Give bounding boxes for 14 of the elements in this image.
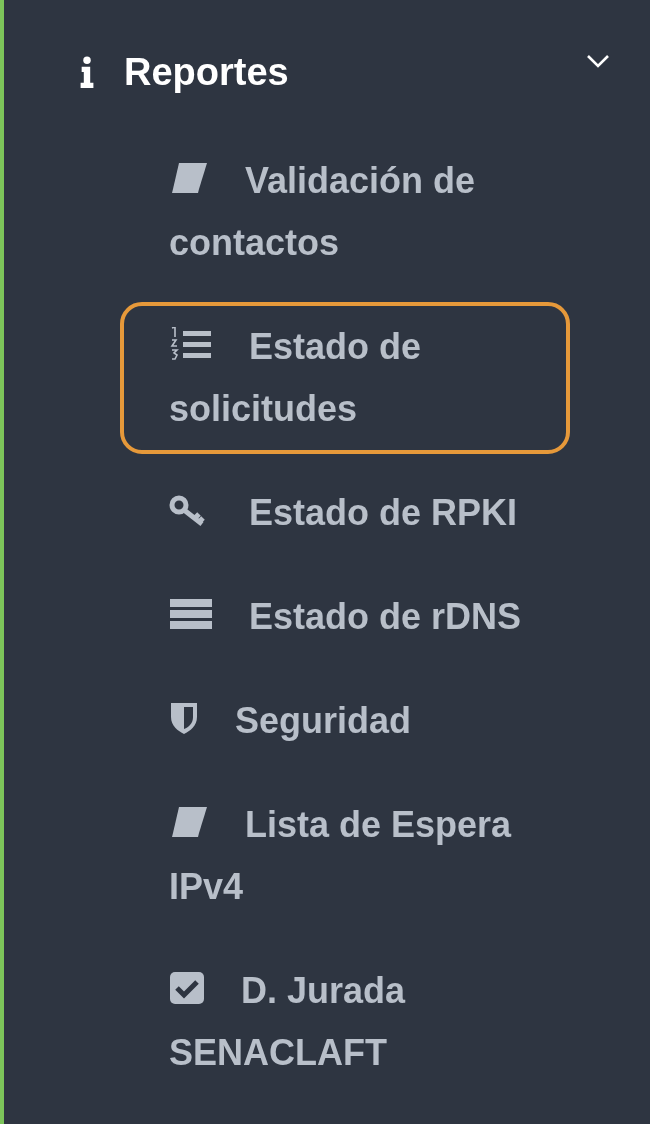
shield-icon (169, 701, 199, 735)
menu-item[interactable]: Lista de Espera IPv4 (120, 780, 570, 932)
menu-item[interactable]: Estado de rDNS (120, 572, 546, 662)
numbered-list-icon (169, 327, 213, 361)
info-icon (80, 56, 94, 88)
checkbox-icon (169, 971, 205, 1005)
menu-item[interactable]: Estado de RPKI (120, 468, 542, 558)
menu-item[interactable]: D. Jurada SENACLAFT (120, 946, 570, 1098)
menu-item[interactable]: Estado de solicitudes (120, 302, 570, 454)
menu-item[interactable]: Validación de contactos (120, 136, 570, 288)
server-icon (169, 597, 213, 631)
chevron-icon[interactable] (586, 54, 610, 68)
section-title: Reportes (124, 50, 290, 94)
menu-item[interactable]: Seguridad (120, 676, 436, 766)
